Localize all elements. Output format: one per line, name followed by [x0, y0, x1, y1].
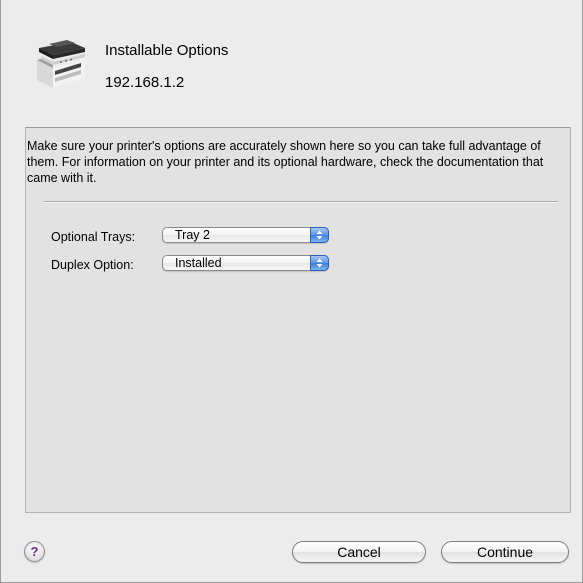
duplex-option-popup[interactable]: Installed — [162, 255, 329, 271]
help-button[interactable]: ? — [24, 541, 45, 562]
cancel-button[interactable]: Cancel — [292, 541, 426, 563]
optional-trays-value: Tray 2 — [175, 228, 210, 242]
duplex-option-label: Duplex Option: — [51, 258, 134, 272]
optional-trays-label: Optional Trays: — [51, 230, 136, 244]
dialog-title: Installable Options — [105, 42, 229, 59]
duplex-option-value: Installed — [175, 256, 222, 270]
panel-divider — [44, 201, 558, 202]
installable-options-sheet: Installable Options 192.168.1.2 Make sur… — [0, 0, 583, 583]
options-description: Make sure your printer's options are acc… — [27, 139, 544, 185]
printer-address: 192.168.1.2 — [105, 74, 185, 91]
popup-arrows-icon — [310, 255, 329, 271]
printer-icon — [37, 40, 85, 88]
optional-trays-popup[interactable]: Tray 2 — [162, 227, 329, 243]
continue-button[interactable]: Continue — [441, 541, 569, 563]
popup-arrows-icon — [310, 227, 329, 243]
